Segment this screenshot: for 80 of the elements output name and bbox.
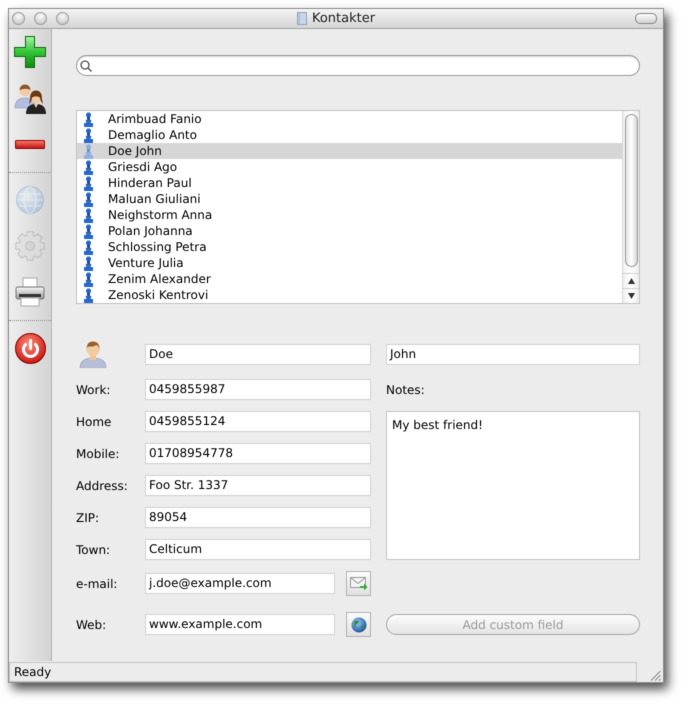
envelope-icon	[350, 577, 368, 590]
person-icon	[83, 112, 94, 126]
person-icon	[83, 128, 94, 142]
field-label: Web:	[76, 616, 106, 632]
contact-name: Demaglio Anto	[108, 128, 197, 142]
contact-row[interactable]: Hinderan Paul	[77, 175, 622, 191]
window-title: Kontakter	[312, 10, 376, 26]
text-field[interactable]: 89054	[145, 507, 371, 528]
plus-icon[interactable]	[14, 36, 46, 68]
field-label: Address:	[76, 478, 128, 494]
field-label: Work:	[76, 382, 110, 398]
resize-grip-icon[interactable]	[650, 670, 661, 681]
person-icon	[83, 144, 94, 158]
person-icon	[83, 224, 94, 238]
field-label: Town:	[76, 542, 110, 558]
scrollbar-thumb[interactable]	[625, 114, 638, 267]
contact-name: Polan Johanna	[108, 224, 193, 238]
notes-label: Notes:	[386, 382, 425, 398]
power-icon[interactable]	[14, 332, 46, 364]
person-icon	[83, 272, 94, 286]
text-field[interactable]: 01708954778	[145, 443, 371, 464]
minimize-button[interactable]	[34, 12, 47, 25]
last-name-field[interactable]: Doe	[145, 344, 371, 364]
globe-icon	[350, 616, 366, 632]
triangle-up-icon	[628, 278, 634, 284]
minus-icon[interactable]	[15, 140, 45, 148]
contact-row[interactable]: Griesdi Ago	[77, 159, 622, 175]
person-icon	[83, 160, 94, 174]
contact-name: Venture Julia	[108, 256, 184, 270]
contact-row[interactable]: Zenim Alexander	[77, 271, 622, 287]
contact-row[interactable]: Maluan Giuliani	[77, 191, 622, 207]
field-label: Home	[76, 414, 112, 430]
triangle-down-icon	[628, 293, 634, 299]
person-icon	[83, 288, 94, 302]
person-icon	[83, 256, 94, 270]
contact-name: Griesdi Ago	[108, 160, 178, 174]
contact-row[interactable]: Arimbuad Fanio	[77, 111, 622, 127]
contact-name: Neighstorm Anna	[108, 208, 212, 222]
printer-icon[interactable]	[15, 277, 45, 307]
status-bar: Ready	[9, 662, 637, 682]
person-icon	[83, 176, 94, 190]
contact-row[interactable]: Doe John	[77, 143, 622, 159]
contact-name: Schlossing Petra	[108, 240, 207, 254]
field-label: e-mail:	[76, 576, 118, 592]
contact-row[interactable]: Demaglio Anto	[77, 127, 622, 143]
text-field[interactable]: Celticum	[145, 539, 371, 560]
document-icon	[296, 12, 307, 25]
text-field[interactable]: 0459855987	[145, 379, 371, 400]
open-web-button[interactable]	[346, 612, 371, 637]
people-icon[interactable]	[14, 82, 46, 114]
web-field[interactable]: www.example.com	[145, 614, 335, 635]
notes-field[interactable]: My best friend!	[386, 411, 640, 560]
text-field[interactable]: 0459855124	[145, 411, 371, 432]
scrollbar[interactable]	[622, 111, 639, 303]
contact-name: Hinderan Paul	[108, 176, 192, 190]
person-icon	[83, 192, 94, 206]
text-field[interactable]: Foo Str. 1337	[145, 475, 371, 496]
contact-row[interactable]: Schlossing Petra	[77, 239, 622, 255]
field-label: Mobile:	[76, 446, 120, 462]
contact-row[interactable]: Zenoski Kentrovi	[77, 287, 622, 303]
toolbar-toggle-button[interactable]	[635, 13, 657, 24]
email-button[interactable]	[346, 571, 371, 596]
close-button[interactable]	[12, 12, 25, 25]
contact-row[interactable]: Venture Julia	[77, 255, 622, 271]
contact-row[interactable]: Polan Johanna	[77, 223, 622, 239]
person-icon	[83, 208, 94, 222]
first-name-field[interactable]: John	[386, 344, 640, 364]
search-icon	[80, 60, 92, 72]
email-field[interactable]: j.doe@example.com	[145, 573, 335, 594]
person-avatar-icon	[79, 340, 107, 368]
contact-name: Arimbuad Fanio	[108, 112, 202, 126]
contact-name: Doe John	[108, 144, 162, 158]
field-label: ZIP:	[76, 510, 100, 526]
search-field[interactable]	[76, 55, 640, 76]
contact-name: Zenim Alexander	[108, 272, 211, 286]
person-icon	[83, 240, 94, 254]
contact-name: Maluan Giuliani	[108, 192, 201, 206]
zoom-button[interactable]	[56, 12, 69, 25]
contact-name: Zenoski Kentrovi	[108, 288, 208, 302]
contact-row[interactable]: Neighstorm Anna	[77, 207, 622, 223]
